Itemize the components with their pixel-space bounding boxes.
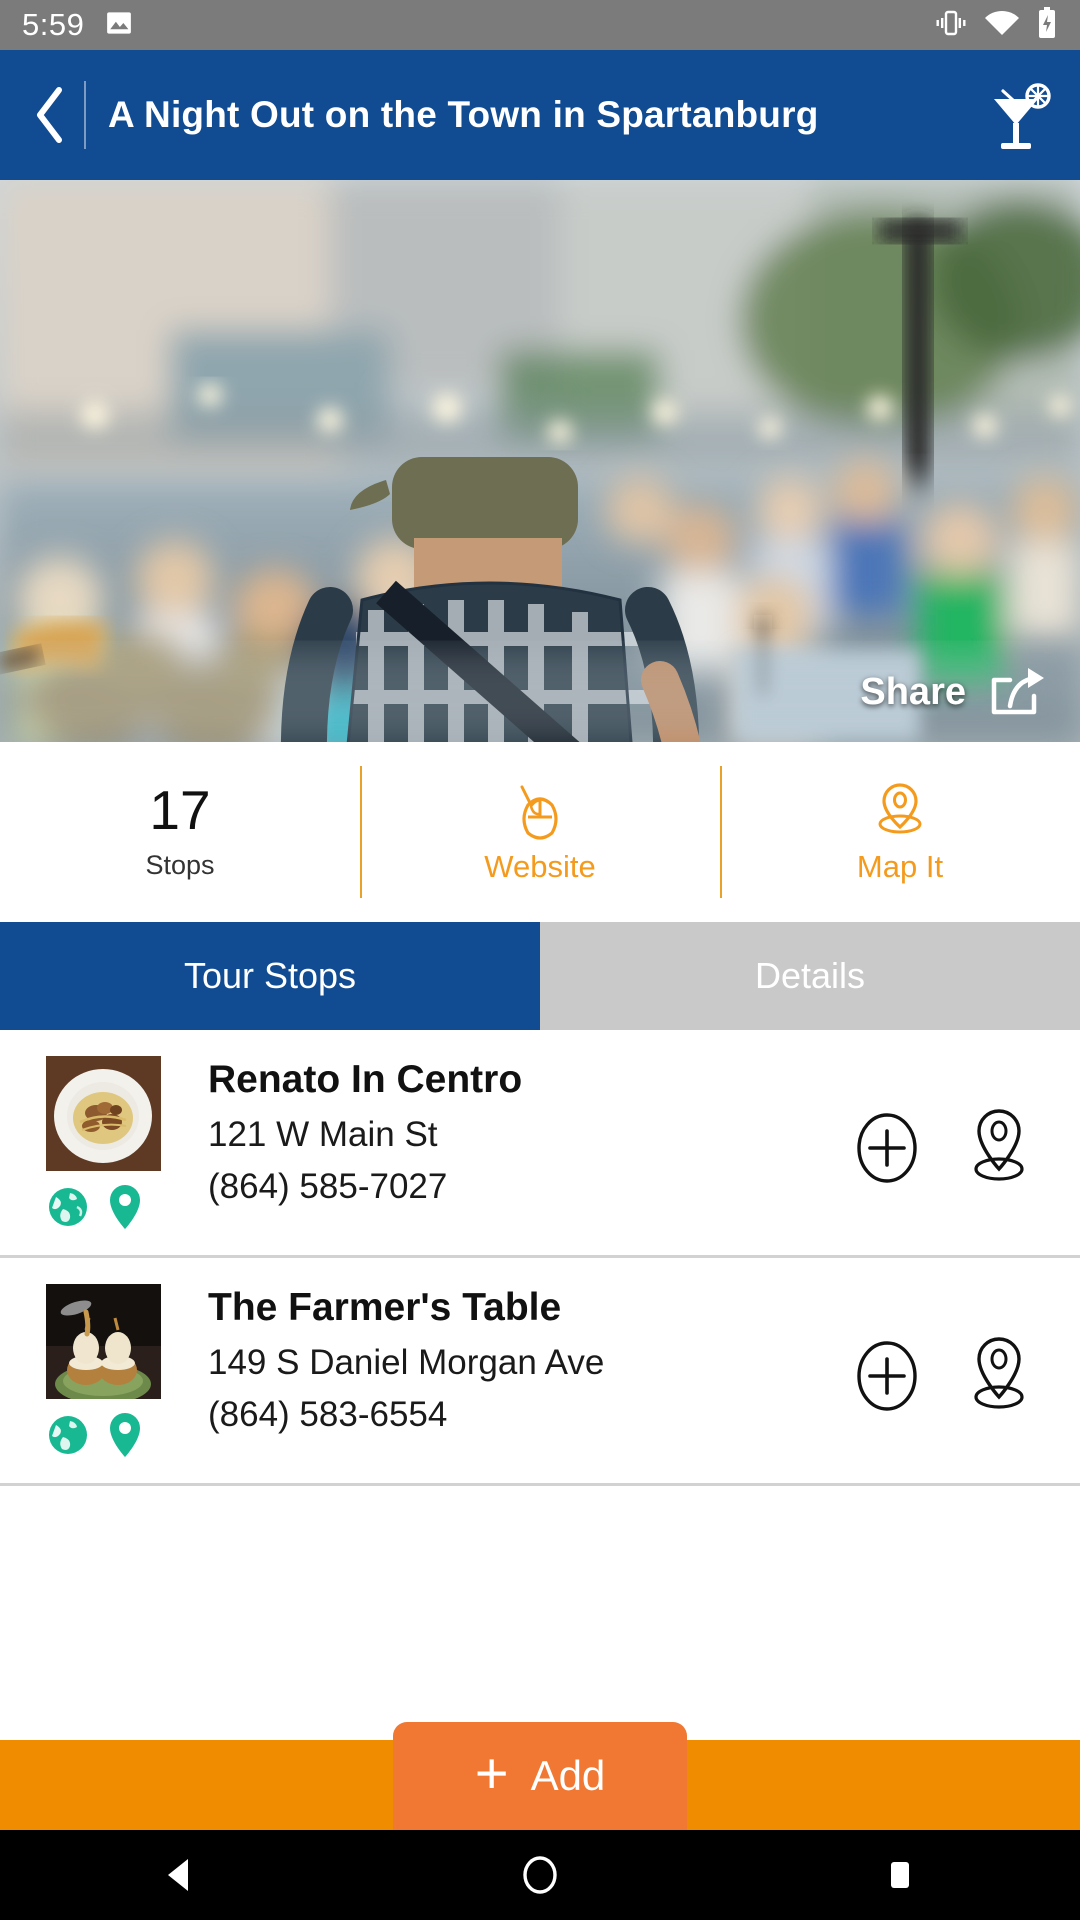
- triangle-back-icon: [168, 1859, 188, 1891]
- tour-stops-list: Renato In Centro 121 W Main St (864) 585…: [0, 1030, 1080, 1486]
- table-row[interactable]: Renato In Centro 121 W Main St (864) 585…: [0, 1030, 1080, 1258]
- stop-mini-icons: [46, 1183, 198, 1236]
- tab-tour-stops-label: Tour Stops: [183, 955, 357, 996]
- stop-address: 149 S Daniel Morgan Ave: [208, 1342, 605, 1382]
- wifi-icon: [984, 9, 1020, 42]
- stop-actions: [854, 1334, 1050, 1423]
- pasta-photo: [46, 1056, 161, 1171]
- tab-tour-stops[interactable]: Tour Stops: [0, 922, 540, 1030]
- stop-address: 121 W Main St: [208, 1114, 438, 1154]
- back-button[interactable]: [18, 84, 80, 146]
- stop-thumbnail: [46, 1056, 161, 1171]
- header-divider: [84, 81, 86, 149]
- page-title: A Night Out on the Town in Spartanburg: [108, 94, 819, 136]
- stops-count-cell: 17 Stops: [0, 772, 360, 892]
- square-recents-icon: [891, 1862, 909, 1888]
- globe-icon[interactable]: [46, 1411, 90, 1464]
- map-pin-icon[interactable]: [106, 1183, 144, 1236]
- stop-actions: [854, 1106, 1050, 1195]
- stop-name: Renato In Centro: [208, 1058, 523, 1101]
- table-row[interactable]: The Farmer's Table 149 S Daniel Morgan A…: [0, 1258, 1080, 1486]
- bottom-action-bar: + Add: [0, 1722, 1080, 1830]
- nav-back-button[interactable]: [120, 1853, 240, 1897]
- cocktail-action-button[interactable]: [970, 77, 1054, 153]
- add-circle-icon[interactable]: [854, 1337, 920, 1420]
- cocktail-icon: [994, 83, 1051, 149]
- stop-mini-icons: [46, 1411, 198, 1464]
- dessert-photo: [46, 1284, 161, 1399]
- mouse-icon: [508, 779, 572, 841]
- map-pin-icon: [868, 779, 932, 841]
- status-bar-left: 5:59: [22, 7, 134, 43]
- stops-count: 17: [149, 779, 211, 841]
- stop-thumbnail: [46, 1284, 161, 1399]
- map-it-button[interactable]: Map It: [720, 766, 1080, 898]
- hero-photo: [0, 180, 1080, 742]
- stop-info: The Farmer's Table 149 S Daniel Morgan A…: [198, 1284, 854, 1473]
- stop-phone[interactable]: (864) 583-6554: [208, 1394, 854, 1436]
- tab-details[interactable]: Details: [540, 922, 1080, 1030]
- stop-thumbnail-column: [46, 1284, 198, 1473]
- battery-charging-icon: [1036, 6, 1058, 44]
- nav-home-button[interactable]: [480, 1851, 600, 1899]
- map-pin-outline-icon[interactable]: [966, 1334, 1032, 1423]
- tab-details-label: Details: [754, 955, 866, 996]
- stats-row: 17 Stops Website Map It: [0, 742, 1080, 922]
- website-button[interactable]: Website: [360, 766, 720, 898]
- map-pin-outline-icon[interactable]: [966, 1106, 1032, 1195]
- plus-icon: +: [474, 1741, 509, 1806]
- vibrate-icon: [934, 8, 968, 43]
- share-button[interactable]: Share: [860, 666, 1046, 718]
- website-label: Website: [484, 849, 596, 884]
- add-button-label: Add: [530, 1752, 606, 1799]
- image-icon: [104, 8, 134, 43]
- stop-phone[interactable]: (864) 585-7027: [208, 1166, 854, 1208]
- stop-name: The Farmer's Table: [208, 1286, 562, 1329]
- nav-recents-button[interactable]: [840, 1855, 960, 1895]
- status-time: 5:59: [22, 7, 85, 42]
- android-nav-bar: [0, 1830, 1080, 1920]
- stop-info: Renato In Centro 121 W Main St (864) 585…: [198, 1056, 854, 1245]
- tab-bar: Tour Stops Details: [0, 922, 1080, 1030]
- add-circle-icon[interactable]: [854, 1109, 920, 1192]
- add-button[interactable]: + Add: [393, 1722, 687, 1830]
- chevron-left-icon: [37, 87, 62, 143]
- map-pin-icon[interactable]: [106, 1411, 144, 1464]
- stop-thumbnail-column: [46, 1056, 198, 1245]
- stops-count-label: Stops: [145, 850, 215, 880]
- status-bar: 5:59: [0, 0, 1080, 50]
- share-label: Share: [860, 670, 966, 713]
- status-bar-right: [934, 6, 1058, 44]
- share-arrow-icon: [991, 668, 1044, 715]
- hero-image[interactable]: Share: [0, 180, 1080, 742]
- app-header: A Night Out on the Town in Spartanburg: [0, 50, 1080, 180]
- map-it-label: Map It: [856, 849, 944, 884]
- globe-icon[interactable]: [46, 1183, 90, 1236]
- circle-home-icon: [523, 1856, 557, 1894]
